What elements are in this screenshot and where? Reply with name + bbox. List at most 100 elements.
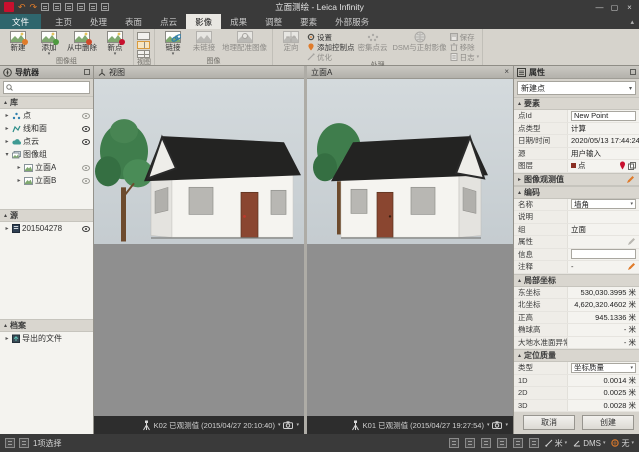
add-control-point-button[interactable]: 添加控制点 xyxy=(307,43,355,51)
section-position-quality[interactable]: ▴ 定位质量 xyxy=(514,349,639,362)
visibility-eye-icon[interactable] xyxy=(82,178,90,184)
coordinate-system-selector[interactable]: 无 ▾ xyxy=(611,438,634,449)
section-source[interactable]: ▴ 源 xyxy=(0,209,93,222)
section-coding[interactable]: ▴ 编码 xyxy=(514,186,639,199)
import-icon[interactable] xyxy=(513,438,523,448)
tab-adjustments[interactable]: 调整 xyxy=(256,14,291,29)
tree-item-exported-files[interactable]: ▸ 导出的文件 xyxy=(0,332,93,345)
edit-pencil-icon[interactable] xyxy=(627,262,636,271)
tree-item-points[interactable]: ▸ 点 xyxy=(0,109,93,122)
expander-icon[interactable]: ▸ xyxy=(4,112,10,119)
tab-home[interactable]: 主页 xyxy=(46,14,81,29)
expander-icon[interactable]: ▸ xyxy=(16,164,22,171)
new-imagegroup-button[interactable]: 新建 xyxy=(3,30,33,52)
viewport-header[interactable]: 立面A × xyxy=(307,66,513,79)
expander-icon[interactable]: ▸ xyxy=(4,138,10,145)
cut-icon[interactable] xyxy=(89,3,97,11)
quality-type-dropdown[interactable]: 坐标质量 ▾ xyxy=(571,363,636,373)
redo-icon[interactable]: ↷ xyxy=(30,2,38,12)
expander-icon[interactable]: ▸ xyxy=(16,177,22,184)
remove-from-button[interactable]: 从中删除 xyxy=(65,30,99,52)
log-button[interactable]: 日志 ▾ xyxy=(450,53,480,61)
angle-unit-selector[interactable]: DMS ▾ xyxy=(573,439,605,448)
tab-imaging[interactable]: 影像 xyxy=(186,14,221,29)
close-viewport-icon[interactable]: × xyxy=(504,68,509,76)
expander-icon[interactable]: ▸ xyxy=(4,335,10,342)
clock-icon[interactable] xyxy=(449,438,459,448)
select-tool-icon[interactable] xyxy=(5,438,15,448)
viewport-canvas[interactable] xyxy=(94,79,304,416)
folder-icon[interactable] xyxy=(529,438,539,448)
layer-select-icon[interactable] xyxy=(628,162,636,170)
remove-button[interactable]: 移除 xyxy=(450,43,480,51)
close-button[interactable]: × xyxy=(623,2,636,13)
chevron-down-icon[interactable]: ▾ xyxy=(296,422,299,428)
new-point-button[interactable]: 新点 ▾ xyxy=(100,30,130,57)
edit-pencil-icon[interactable] xyxy=(627,237,636,246)
section-library[interactable]: ▴ 库 xyxy=(0,96,93,109)
visibility-eye-icon[interactable] xyxy=(82,126,90,132)
dense-point-cloud-button[interactable]: 密集点云 xyxy=(356,30,390,52)
expander-icon[interactable]: ▸ xyxy=(4,225,10,232)
tree-item-facade-a[interactable]: ▸ 立面A xyxy=(0,161,93,174)
tree-item-image-group[interactable]: ▾ 图像组 xyxy=(0,148,93,161)
visibility-eye-icon[interactable] xyxy=(82,165,90,171)
optimize-button[interactable]: 优化 xyxy=(307,53,355,61)
section-feature[interactable]: ▴ 要素 xyxy=(514,97,639,110)
point-id-field[interactable]: New Point xyxy=(571,111,636,121)
tab-pointcloud[interactable]: 点云 xyxy=(151,14,186,29)
station-selector[interactable]: K01 已观测值 (2015/04/27 19:27:54) xyxy=(363,420,484,431)
settings-button[interactable]: 设置 xyxy=(307,33,355,41)
list-icon[interactable] xyxy=(481,438,491,448)
visibility-eye-icon[interactable] xyxy=(82,226,90,232)
tab-features[interactable]: 要素 xyxy=(291,14,326,29)
location-pin-icon[interactable] xyxy=(619,161,626,170)
chevron-down-icon[interactable]: ▾ xyxy=(505,422,508,428)
collapse-ribbon-icon[interactable]: ▴ xyxy=(630,14,639,29)
unlink-button[interactable]: 未链接 xyxy=(189,30,219,52)
search-input[interactable] xyxy=(3,81,90,94)
pin-icon[interactable] xyxy=(630,69,636,75)
split-view-button[interactable] xyxy=(137,41,150,49)
expander-open-icon[interactable]: ▾ xyxy=(4,151,10,158)
visibility-eye-icon[interactable] xyxy=(82,139,90,145)
link-button[interactable]: 链接 ▾ xyxy=(158,30,188,57)
folder-icon[interactable] xyxy=(77,3,85,11)
tree-item-point-cloud[interactable]: ▸ 点云 xyxy=(0,135,93,148)
chevron-down-icon[interactable]: ▾ xyxy=(278,422,281,428)
section-image-observations[interactable]: ▸ 图像观测值 xyxy=(514,173,639,186)
cancel-button[interactable]: 取消 xyxy=(523,415,575,430)
edit-pencil-icon[interactable] xyxy=(626,175,635,184)
report-icon[interactable] xyxy=(465,438,475,448)
save-button[interactable]: 保存 xyxy=(450,33,480,41)
distance-unit-selector[interactable]: 米 ▾ xyxy=(545,438,568,449)
section-local-coordinates[interactable]: ▴ 局部坐标 xyxy=(514,274,639,287)
dsm-ortho-button[interactable]: DSM与正射影像 xyxy=(391,30,449,52)
tree-item-lines-areas[interactable]: ▸ 线和面 xyxy=(0,122,93,135)
tab-processing[interactable]: 处理 xyxy=(81,14,116,29)
add-images-button[interactable]: 添加 ▾ xyxy=(34,30,64,57)
import-icon[interactable] xyxy=(65,3,73,11)
orient-button[interactable]: 定向 xyxy=(276,30,306,52)
expander-icon[interactable]: ▸ xyxy=(4,125,10,132)
snap-tool-icon[interactable] xyxy=(19,438,29,448)
viewport-canvas[interactable] xyxy=(307,79,513,416)
tree-item-facade-b[interactable]: ▸ 立面B xyxy=(0,174,93,187)
tab-external-services[interactable]: 外部服务 xyxy=(326,14,378,29)
pin-icon[interactable] xyxy=(84,69,90,75)
georeference-images-button[interactable]: 地理配准图像 xyxy=(220,30,269,52)
mode-dropdown[interactable]: 新建点 ▾ xyxy=(517,81,636,95)
delete-icon[interactable] xyxy=(41,3,49,11)
tree-item-source-file[interactable]: ▸ 201504278 xyxy=(0,222,93,235)
visibility-eye-icon[interactable] xyxy=(82,113,90,119)
info-field[interactable] xyxy=(571,249,636,259)
section-archive[interactable]: ▴ 档案 xyxy=(0,319,93,332)
layers-icon[interactable] xyxy=(497,438,507,448)
code-name-dropdown[interactable]: 墙角 ▾ xyxy=(571,199,636,209)
undo-icon[interactable]: ↶ xyxy=(18,2,26,12)
viewport-header[interactable]: 视图 xyxy=(94,66,304,79)
grid-view-button[interactable] xyxy=(137,50,150,58)
create-button[interactable]: 创建 xyxy=(582,415,634,430)
maximize-button[interactable]: ▢ xyxy=(608,2,621,13)
single-view-button[interactable] xyxy=(137,32,150,40)
